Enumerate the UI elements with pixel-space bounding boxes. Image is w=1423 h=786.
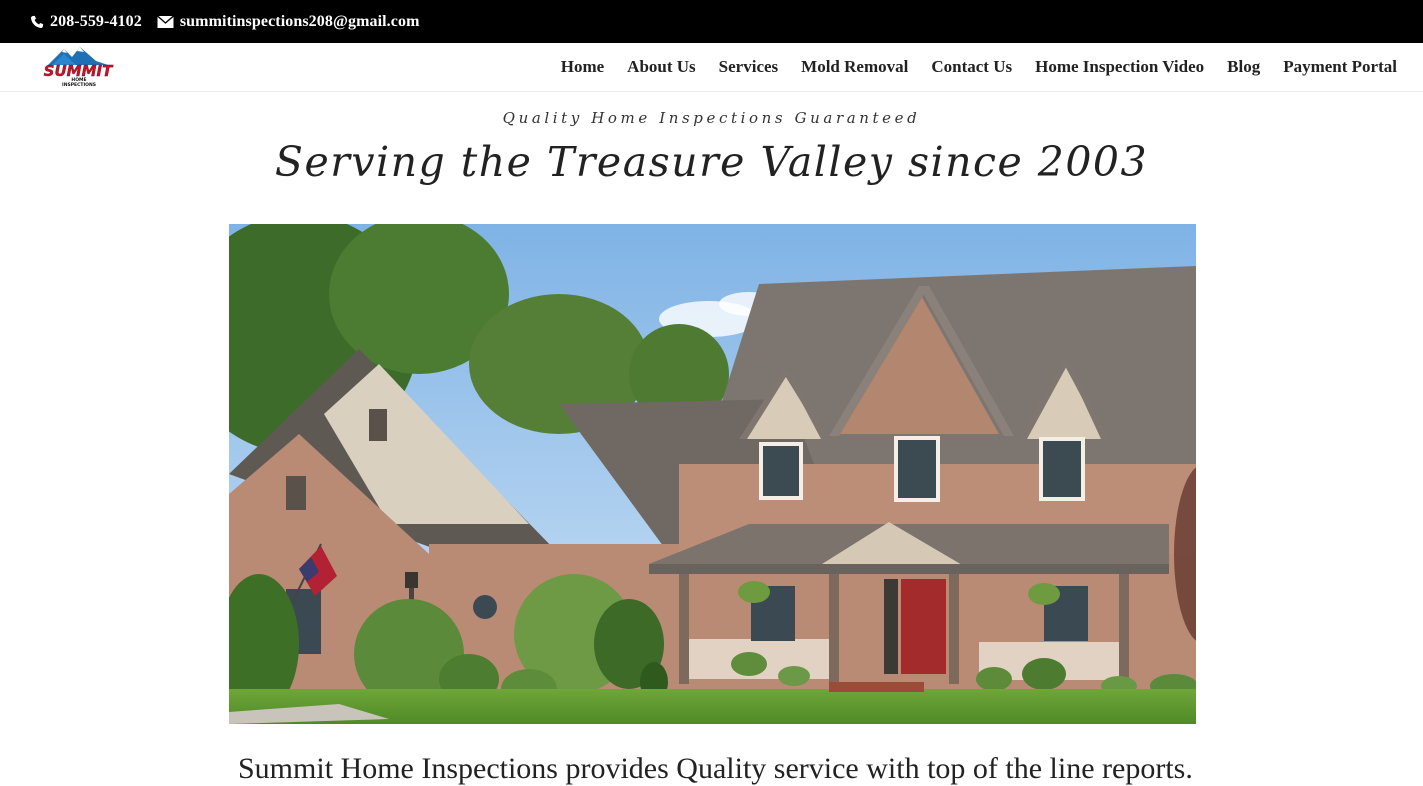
intro-paragraph: Summit Home Inspections provides Quality… [238, 752, 1198, 785]
email-contact[interactable]: summitinspections208@gmail.com [156, 12, 420, 31]
summit-logo-image: SUMMIT HOME INSPECTIONS [43, 47, 114, 88]
phone-number: 208-559-4102 [50, 12, 142, 30]
site-logo[interactable]: SUMMIT HOME INSPECTIONS [42, 45, 114, 88]
nav-home-inspection-video[interactable]: Home Inspection Video [1035, 57, 1204, 77]
phone-contact[interactable]: 208-559-4102 [30, 13, 142, 31]
svg-text:INSPECTIONS: INSPECTIONS [62, 82, 96, 87]
phone-icon [31, 15, 44, 28]
nav-services[interactable]: Services [719, 57, 778, 77]
main-nav: Home About Us Services Mold Removal Cont… [538, 43, 1397, 91]
nav-payment-portal[interactable]: Payment Portal [1283, 57, 1397, 77]
nav-home[interactable]: Home [561, 57, 604, 77]
nav-about-us[interactable]: About Us [627, 57, 696, 77]
hero-headline: Serving the Treasure Valley since 2003 [274, 138, 1149, 186]
hero-tagline: Quality Home Inspections Guaranteed [502, 109, 921, 127]
nav-mold-removal[interactable]: Mold Removal [801, 57, 908, 77]
envelope-icon [156, 14, 174, 28]
nav-blog[interactable]: Blog [1227, 57, 1260, 77]
top-contact-bar: 208-559-4102 summitinspections208@gmail.… [0, 0, 1423, 43]
site-header: SUMMIT HOME INSPECTIONS Home About Us Se… [0, 43, 1423, 91]
email-address: summitinspections208@gmail.com [179, 12, 420, 30]
nav-contact-us[interactable]: Contact Us [931, 57, 1012, 77]
hero-house-image [229, 224, 1196, 724]
